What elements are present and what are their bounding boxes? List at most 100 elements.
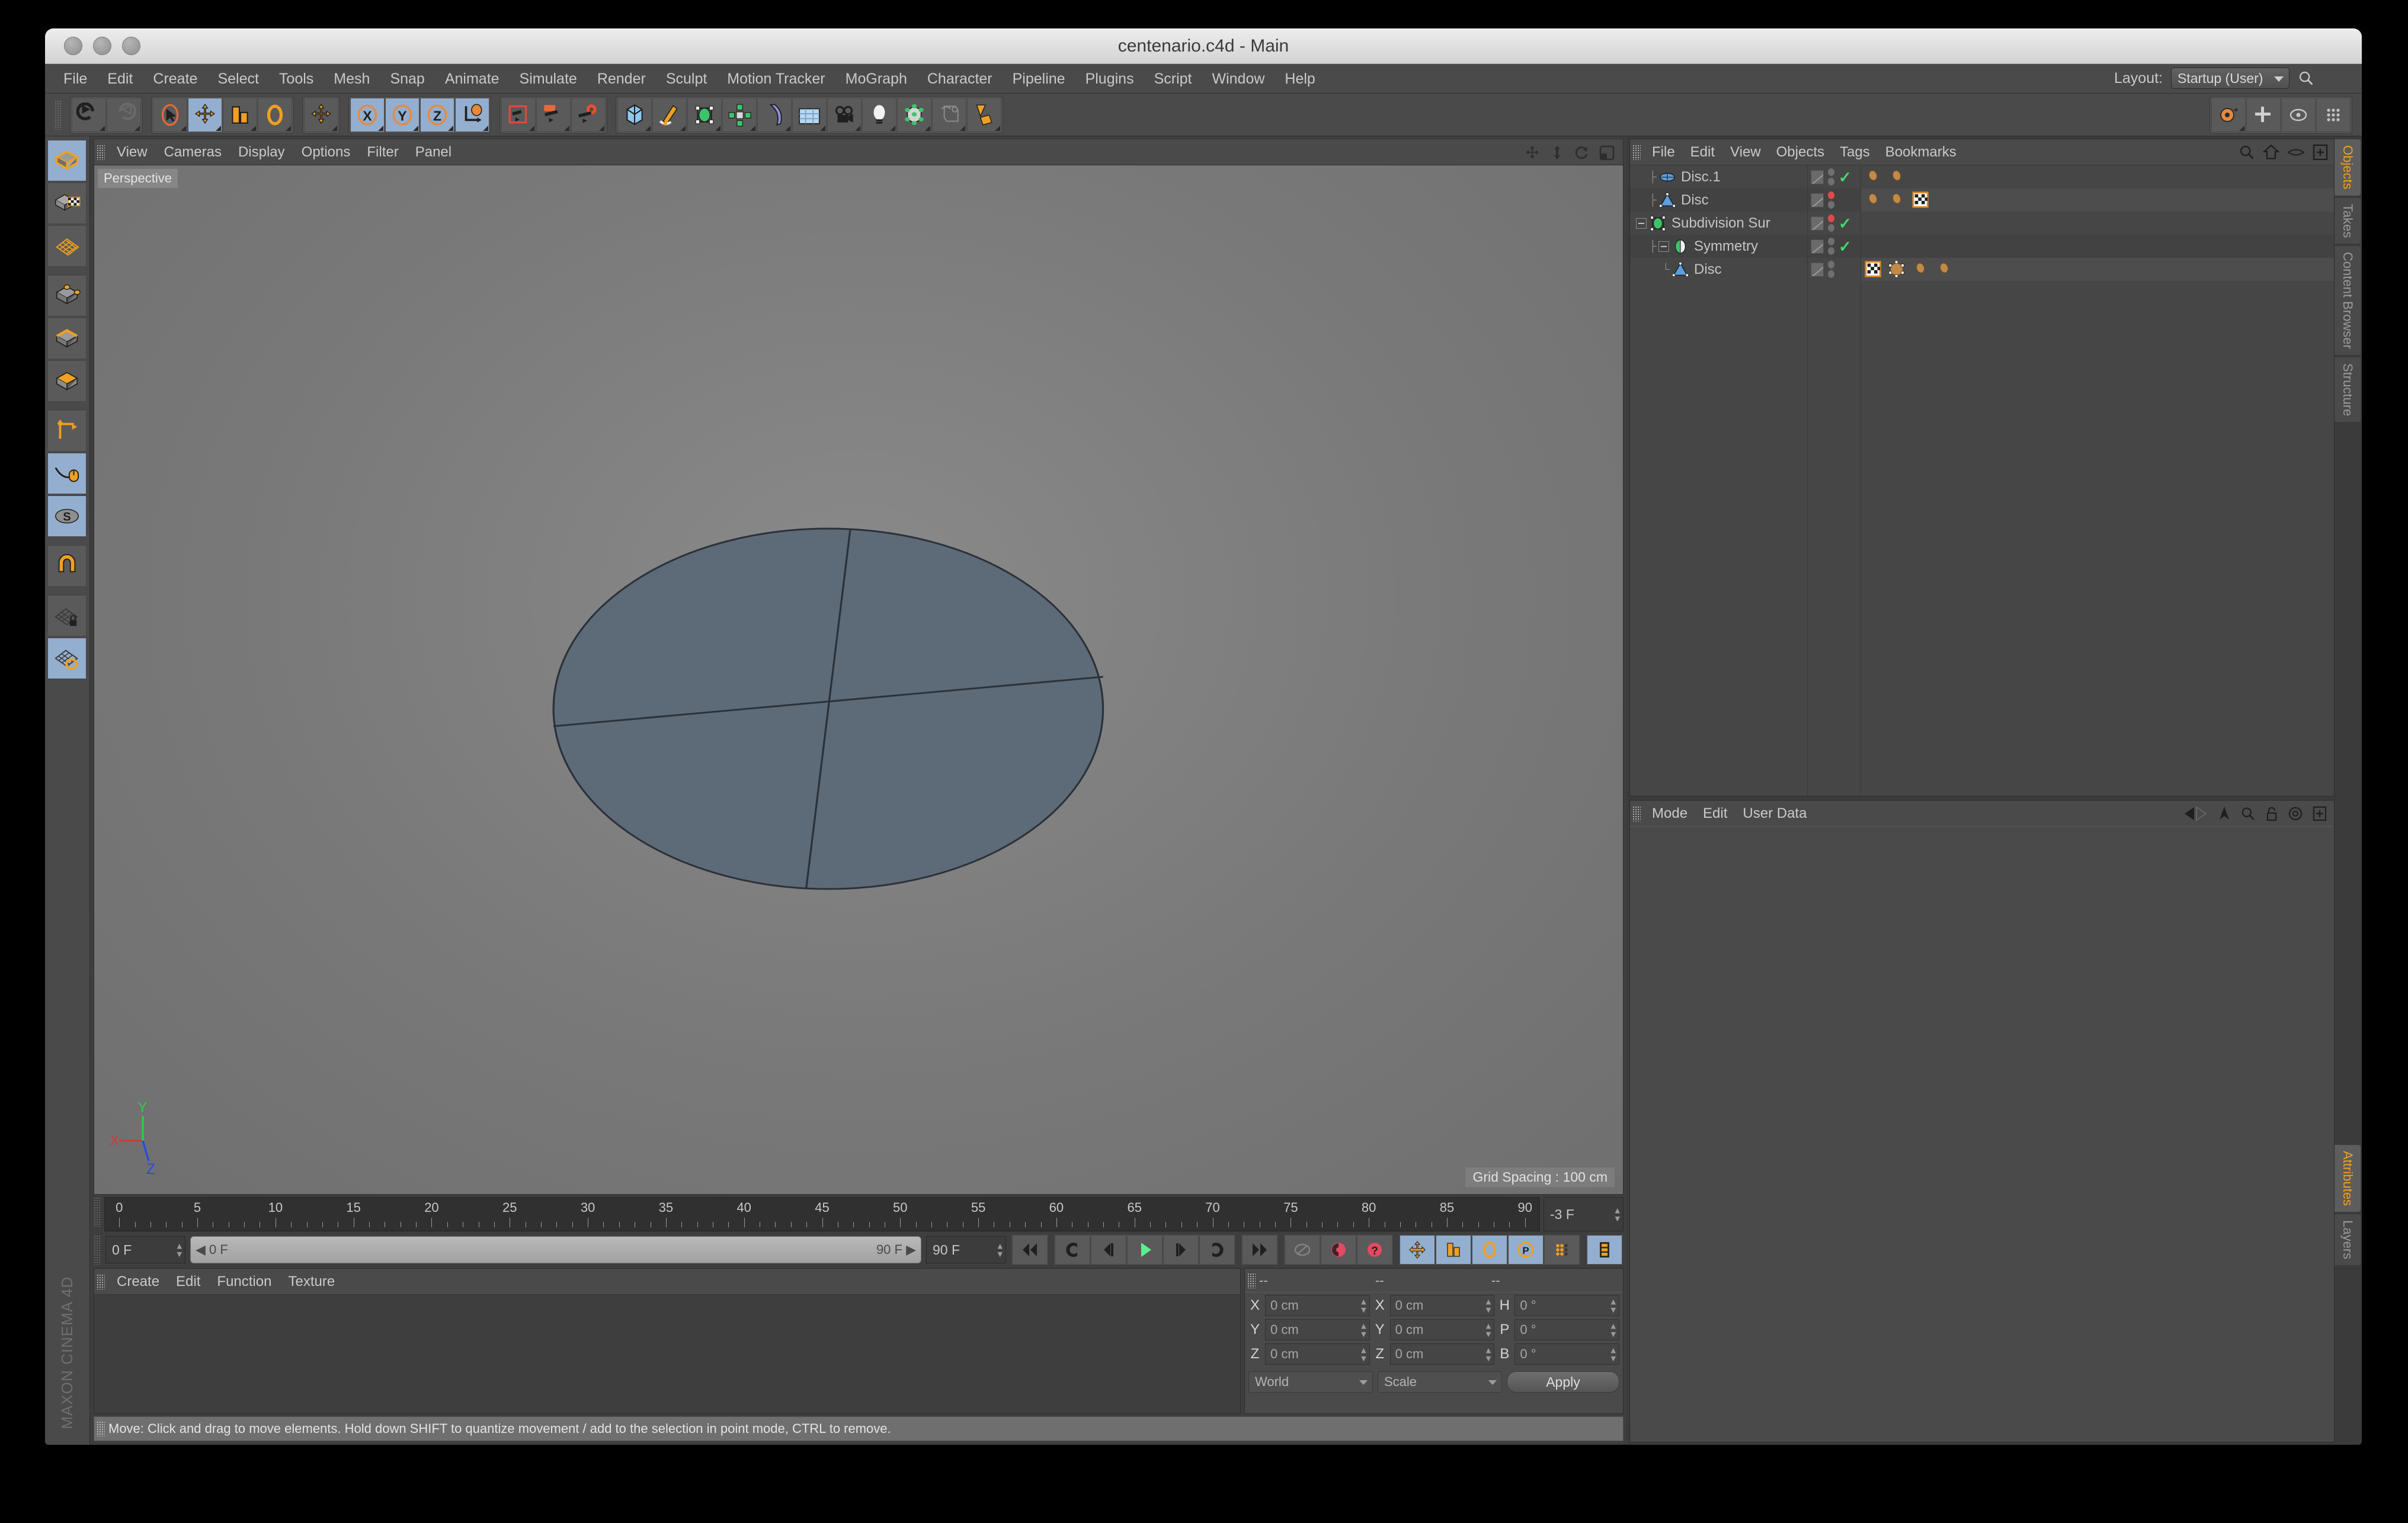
left-toolbar-viewport-solo[interactable] xyxy=(47,453,87,494)
toolbar-button-more[interactable] xyxy=(2316,97,2351,132)
toolbar-button-rotate[interactable] xyxy=(258,97,292,132)
menu-tools[interactable]: Tools xyxy=(269,64,324,94)
menu-snap[interactable]: Snap xyxy=(380,64,434,94)
toolbar-button-mograph-cloner[interactable] xyxy=(897,97,931,132)
object-menu-view[interactable]: View xyxy=(1722,139,1769,165)
toolbar-button-z-axis[interactable]: Z xyxy=(420,97,454,132)
stepper-icon[interactable]: ▴ ▾ xyxy=(1610,1345,1616,1363)
play-button[interactable] xyxy=(1127,1235,1163,1265)
object-row-subdivision-sur[interactable]: Subdivision Sur xyxy=(1630,212,1807,235)
menu-sculpt[interactable]: Sculpt xyxy=(656,64,717,94)
attribute-manager-drag-handle[interactable] xyxy=(1632,805,1641,821)
vertical-tab-layers[interactable]: Layers xyxy=(2335,1213,2361,1266)
search-icon[interactable] xyxy=(2298,70,2314,87)
object-menu-tags[interactable]: Tags xyxy=(1832,139,1878,165)
toolbar-button-move-tool[interactable] xyxy=(304,97,338,132)
visibility-dots[interactable] xyxy=(1828,191,1834,209)
add-layer-icon[interactable] xyxy=(2313,144,2328,161)
material-manager-drag-handle[interactable] xyxy=(97,1274,105,1290)
play-forward-loop-button[interactable] xyxy=(1199,1235,1235,1265)
timeline-filmstrip-button[interactable] xyxy=(1587,1235,1622,1265)
visibility-dots[interactable] xyxy=(1828,215,1834,232)
texture-tag-brown[interactable] xyxy=(1865,191,1882,209)
stepper-icon[interactable]: ▴ ▾ xyxy=(997,1240,1003,1259)
material-menu-function[interactable]: Function xyxy=(209,1269,280,1295)
attribute-menu-edit[interactable]: Edit xyxy=(1695,801,1735,827)
left-toolbar-polygons-mode[interactable] xyxy=(47,360,87,402)
toolbar-button-paint-tool[interactable] xyxy=(967,97,1001,132)
go-to-start-button[interactable] xyxy=(1012,1235,1048,1265)
timeline-range-field[interactable]: -3 F ▴ ▾ xyxy=(1544,1197,1624,1231)
position-y-input[interactable]: 0 cm ▴ ▾ xyxy=(1265,1319,1370,1340)
menu-file[interactable]: File xyxy=(53,64,97,94)
stepper-icon[interactable]: ▴ ▾ xyxy=(1486,1296,1491,1314)
menu-animate[interactable]: Animate xyxy=(435,64,510,94)
position-key-button[interactable] xyxy=(1400,1235,1435,1265)
object-menu-edit[interactable]: Edit xyxy=(1683,139,1722,165)
target-icon[interactable] xyxy=(2288,806,2303,821)
stepper-icon[interactable]: ▴ ▾ xyxy=(1610,1296,1616,1314)
step-back-button[interactable] xyxy=(1091,1235,1126,1265)
left-toolbar-workplane-rotate[interactable] xyxy=(47,638,87,679)
enable-checkmark-icon[interactable]: ✓ xyxy=(1839,239,1852,254)
toolbar-button-array-generator[interactable] xyxy=(722,97,757,132)
size-x-input[interactable]: 0 cm ▴ ▾ xyxy=(1389,1295,1495,1316)
left-toolbar-points-mode[interactable] xyxy=(47,275,87,316)
left-toolbar-magnet-snap[interactable] xyxy=(47,545,87,587)
menu-simulate[interactable]: Simulate xyxy=(510,64,587,94)
timeline-range-slider[interactable]: ◀ 0 F 90 F ▶ xyxy=(190,1236,921,1263)
material-menu-edit[interactable]: Edit xyxy=(168,1269,209,1295)
toolbar-button-simulation[interactable] xyxy=(932,97,966,132)
attribute-manager-body[interactable] xyxy=(1630,827,2334,1442)
texture-tag-brown[interactable] xyxy=(1912,261,1930,279)
render-visibility-dot[interactable] xyxy=(1828,201,1834,209)
texture-tag-brown[interactable] xyxy=(1865,168,1882,186)
position-z-input[interactable]: 0 cm ▴ ▾ xyxy=(1265,1343,1370,1365)
timeline-ruler[interactable]: 0 5 10 15 20 25 30 35 40 45 50 55 60 65 70 75 80 85 90 xyxy=(104,1197,1540,1231)
vertical-tab-structure[interactable]: Structure xyxy=(2335,356,2361,423)
vertical-tab-attributes[interactable]: Attributes xyxy=(2335,1144,2361,1212)
layout-dropdown[interactable]: Startup (User) xyxy=(2171,68,2289,89)
maximize-viewport-icon[interactable] xyxy=(1598,144,1616,162)
left-toolbar-texture-mode[interactable] xyxy=(47,183,87,224)
render-visibility-dot[interactable] xyxy=(1828,224,1834,232)
render-visibility-dot[interactable] xyxy=(1828,178,1834,185)
toolbar-button-floor-environment[interactable] xyxy=(792,97,827,132)
visibility-dots[interactable] xyxy=(1828,168,1834,185)
object-menu-bookmarks[interactable]: Bookmarks xyxy=(1878,139,1964,165)
home-icon[interactable] xyxy=(2263,144,2279,161)
render-visibility-dot[interactable] xyxy=(1828,270,1834,278)
toolbar-button-align[interactable] xyxy=(2246,97,2281,132)
toolbar-button-spline-pen[interactable] xyxy=(652,97,687,132)
editor-visibility-dot[interactable] xyxy=(1828,191,1834,199)
layer-swatch[interactable] xyxy=(1811,216,1824,231)
menu-select[interactable]: Select xyxy=(207,64,268,94)
left-toolbar-soft-selection[interactable]: S xyxy=(47,495,87,537)
search-icon[interactable] xyxy=(2240,806,2256,821)
collapse-expander-icon[interactable] xyxy=(1636,217,1647,229)
apply-button[interactable]: Apply xyxy=(1507,1371,1619,1393)
vertical-tab-content-browser[interactable]: Content Browser xyxy=(2335,245,2361,356)
viewport-menu-display[interactable]: Display xyxy=(230,139,293,165)
layer-swatch[interactable] xyxy=(1811,262,1824,277)
timeline-drag-handle[interactable] xyxy=(94,1197,101,1227)
layer-swatch[interactable] xyxy=(1811,193,1824,207)
menu-render[interactable]: Render xyxy=(587,64,656,94)
menu-window[interactable]: Window xyxy=(1202,64,1275,94)
editor-visibility-dot[interactable] xyxy=(1828,215,1834,222)
parameter-key-button[interactable]: P xyxy=(1508,1235,1544,1265)
menu-character[interactable]: Character xyxy=(917,64,1003,94)
current-frame-field[interactable]: 0 F ▴ ▾ xyxy=(105,1236,185,1263)
status-bar-drag-handle[interactable] xyxy=(97,1421,105,1436)
coordinate-manager-drag-handle[interactable] xyxy=(1247,1272,1256,1288)
material-menu-texture[interactable]: Texture xyxy=(280,1269,343,1295)
checker-material-tag[interactable] xyxy=(1912,191,1930,209)
menu-edit[interactable]: Edit xyxy=(97,64,143,94)
toolbar-button-redo[interactable] xyxy=(107,97,141,132)
object-menu-file[interactable]: File xyxy=(1644,139,1683,165)
back-forward-nav-icon[interactable] xyxy=(2182,806,2208,821)
autokeying-button[interactable]: ? xyxy=(1357,1235,1392,1265)
tag-checker-material-tag[interactable] xyxy=(1912,191,1930,209)
toolbar-button-render-settings[interactable] xyxy=(571,97,606,132)
menu-script[interactable]: Script xyxy=(1144,64,1202,94)
